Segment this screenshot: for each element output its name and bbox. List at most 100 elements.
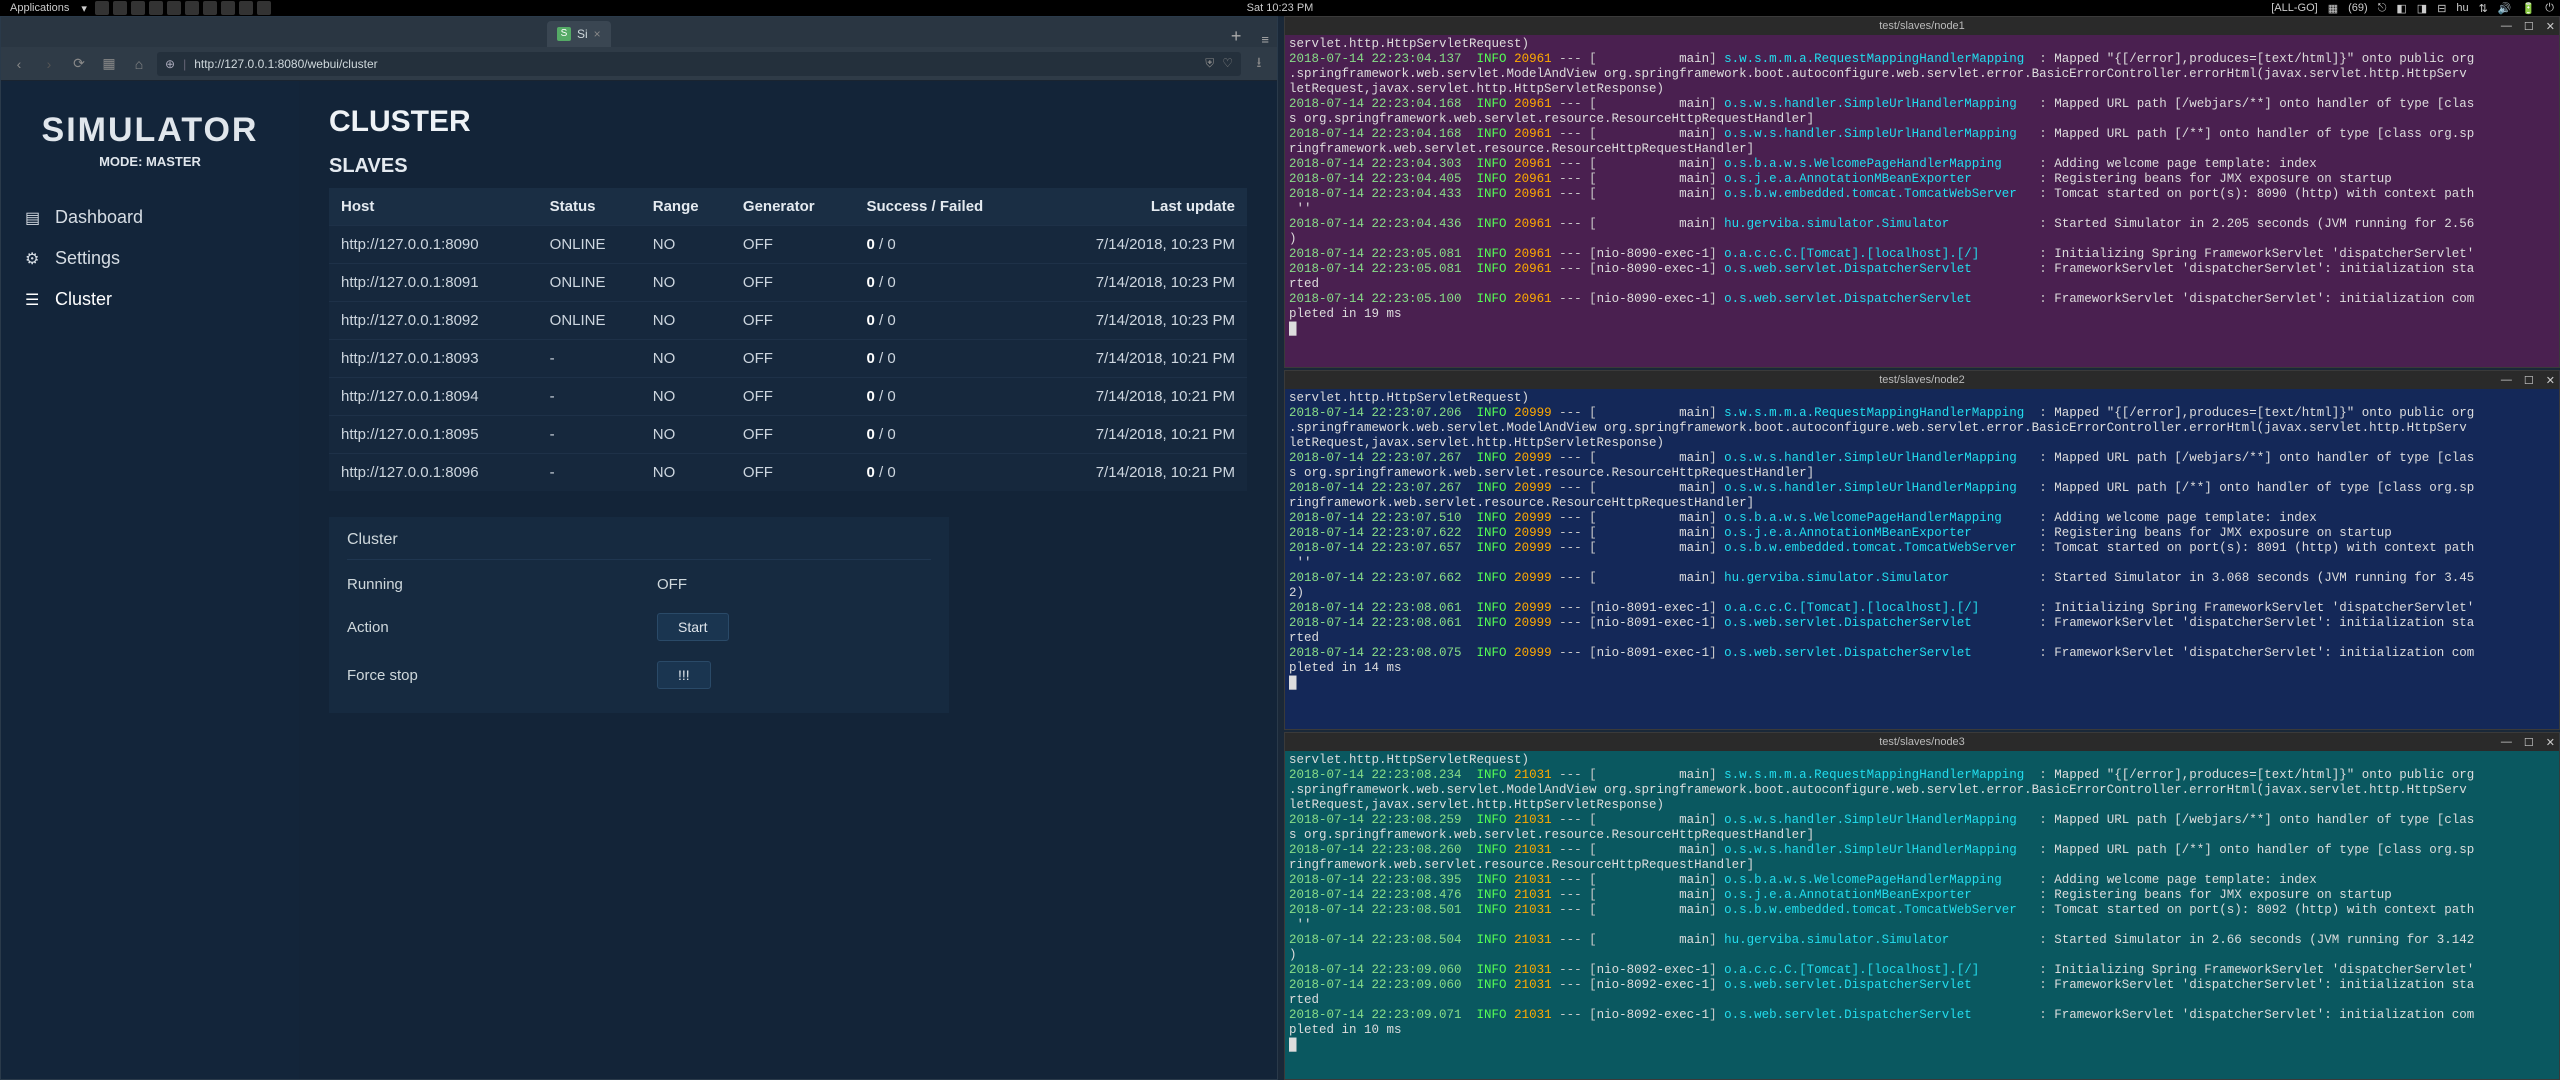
terminal-titlebar[interactable]: test/slaves/node3 — ☐ ✕ bbox=[1285, 733, 2559, 751]
heart-icon[interactable]: ♡ bbox=[1222, 56, 1233, 71]
action-label: Action bbox=[347, 619, 657, 636]
cell-last-update: 7/14/2018, 10:21 PM bbox=[1036, 340, 1247, 378]
taskbar-icon[interactable] bbox=[167, 1, 181, 15]
taskbar-icon[interactable] bbox=[131, 1, 145, 15]
cell-range: NO bbox=[641, 302, 731, 340]
minimize-icon[interactable]: — bbox=[2501, 736, 2512, 749]
cell-last-update: 7/14/2018, 10:21 PM bbox=[1036, 416, 1247, 454]
workspace-indicator[interactable]: [ALL-GO] bbox=[2271, 2, 2317, 14]
downloads-button[interactable]: ⭳ bbox=[1247, 52, 1271, 76]
terminal-output[interactable]: servlet.http.HttpServletRequest) 2018-07… bbox=[1285, 389, 2559, 729]
taskbar-icon[interactable] bbox=[149, 1, 163, 15]
cell-success-failed: 0 / 0 bbox=[854, 340, 1036, 378]
new-tab-button[interactable]: + bbox=[1221, 26, 1252, 47]
gear-icon: ⚙ bbox=[25, 249, 45, 269]
shield-icon[interactable]: ⛨ bbox=[1205, 56, 1214, 71]
cell-status: ONLINE bbox=[538, 264, 641, 302]
taskbar-icon[interactable] bbox=[203, 1, 217, 15]
maximize-icon[interactable]: ☐ bbox=[2524, 736, 2534, 749]
taskbar-icon[interactable] bbox=[113, 1, 127, 15]
cell-success-failed: 0 / 0 bbox=[854, 454, 1036, 492]
cell-generator: OFF bbox=[731, 302, 855, 340]
terminal-title: test/slaves/node2 bbox=[1879, 374, 1965, 386]
table-header-row: Host Status Range Generator Success / Fa… bbox=[329, 188, 1247, 226]
start-button[interactable]: Start bbox=[657, 613, 729, 641]
network-icon[interactable]: ⇅ bbox=[2479, 2, 2488, 15]
cell-range: NO bbox=[641, 264, 731, 302]
maximize-icon[interactable]: ☐ bbox=[2524, 20, 2534, 33]
taskbar-icon[interactable] bbox=[221, 1, 235, 15]
power-icon[interactable]: ⏻ bbox=[2545, 2, 2554, 15]
tab-favicon-icon: S bbox=[557, 27, 571, 41]
close-icon[interactable]: ✕ bbox=[2546, 374, 2555, 387]
close-icon[interactable]: ✕ bbox=[2546, 736, 2555, 749]
browser-tab[interactable]: S Si × bbox=[547, 21, 611, 47]
tray-icon[interactable]: ◧ bbox=[2396, 2, 2406, 15]
minimize-icon[interactable]: — bbox=[2501, 20, 2512, 33]
grid-icon[interactable]: ▦ bbox=[2328, 2, 2338, 15]
browser-window: S Si × + ≡ ‹ › ⟳ ▦ ⌂ ⊕ | http://127.0.0.… bbox=[0, 16, 1278, 1080]
terminal-window-node1: test/slaves/node1 — ☐ ✕ servlet.http.Htt… bbox=[1284, 16, 2560, 368]
cell-generator: OFF bbox=[731, 416, 855, 454]
cell-generator: OFF bbox=[731, 378, 855, 416]
terminal-titlebar[interactable]: test/slaves/node2 — ☐ ✕ bbox=[1285, 371, 2559, 389]
tab-title: Si bbox=[577, 27, 588, 41]
app-mode: MODE: MASTER bbox=[19, 154, 281, 169]
cell-status: - bbox=[538, 340, 641, 378]
terminal-output[interactable]: servlet.http.HttpServletRequest) 2018-07… bbox=[1285, 751, 2559, 1079]
tiles-button[interactable]: ▦ bbox=[97, 52, 121, 76]
taskbar-icon[interactable] bbox=[185, 1, 199, 15]
home-button[interactable]: ⌂ bbox=[127, 52, 151, 76]
cell-status: ONLINE bbox=[538, 302, 641, 340]
col-host: Host bbox=[329, 188, 538, 226]
sidebar-item-settings[interactable]: ⚙ Settings bbox=[19, 238, 281, 279]
back-button[interactable]: ‹ bbox=[7, 52, 31, 76]
app-brand: SIMULATOR bbox=[19, 111, 281, 150]
cell-host: http://127.0.0.1:8091 bbox=[329, 264, 538, 302]
tray-icon[interactable]: ⎋ bbox=[2378, 2, 2387, 15]
cell-host: http://127.0.0.1:8096 bbox=[329, 454, 538, 492]
tray-icon[interactable]: ⊟ bbox=[2437, 2, 2446, 15]
forward-button[interactable]: › bbox=[37, 52, 61, 76]
sidebar-item-cluster[interactable]: ☰ Cluster bbox=[19, 279, 281, 320]
applications-menu[interactable]: Applications bbox=[6, 2, 73, 14]
close-icon[interactable]: ✕ bbox=[2546, 20, 2555, 33]
cell-range: NO bbox=[641, 340, 731, 378]
clock[interactable]: Sat 10:23 PM bbox=[1247, 2, 1314, 14]
workspace-count[interactable]: (69) bbox=[2348, 2, 2368, 14]
tray-icon[interactable]: ◨ bbox=[2417, 2, 2427, 15]
volume-icon[interactable]: 🔊 bbox=[2498, 2, 2512, 15]
force-stop-button[interactable]: !!! bbox=[657, 661, 711, 689]
language-indicator[interactable]: hu bbox=[2456, 2, 2468, 14]
cluster-box: Cluster Running OFF Action Start Force s… bbox=[329, 517, 949, 713]
taskbar-icon[interactable] bbox=[257, 1, 271, 15]
minimize-icon[interactable]: — bbox=[2501, 374, 2512, 387]
main-content: CLUSTER SLAVES Host Status Range Generat… bbox=[299, 81, 1277, 1079]
sidebar-item-label: Settings bbox=[55, 248, 120, 269]
address-bar[interactable]: ⊕ | http://127.0.0.1:8080/webui/cluster … bbox=[157, 52, 1241, 76]
browser-menu-icon[interactable]: ≡ bbox=[1261, 32, 1269, 47]
table-row: http://127.0.0.1:8094-NOOFF0 / 07/14/201… bbox=[329, 378, 1247, 416]
terminal-title: test/slaves/node3 bbox=[1879, 736, 1965, 748]
terminal-output[interactable]: servlet.http.HttpServletRequest) 2018-07… bbox=[1285, 35, 2559, 367]
tab-strip: S Si × + ≡ bbox=[1, 17, 1277, 47]
cell-status: - bbox=[538, 416, 641, 454]
cell-success-failed: 0 / 0 bbox=[854, 264, 1036, 302]
cell-range: NO bbox=[641, 378, 731, 416]
sidebar-item-dashboard[interactable]: ▤ Dashboard bbox=[19, 197, 281, 238]
reload-button[interactable]: ⟳ bbox=[67, 52, 91, 76]
maximize-icon[interactable]: ☐ bbox=[2524, 374, 2534, 387]
terminal-titlebar[interactable]: test/slaves/node1 — ☐ ✕ bbox=[1285, 17, 2559, 35]
taskbar-icon[interactable] bbox=[239, 1, 253, 15]
cell-status: ONLINE bbox=[538, 226, 641, 264]
cell-status: - bbox=[538, 378, 641, 416]
page-title: CLUSTER bbox=[329, 105, 1247, 139]
col-status: Status bbox=[538, 188, 641, 226]
table-row: http://127.0.0.1:8095-NOOFF0 / 07/14/201… bbox=[329, 416, 1247, 454]
cell-last-update: 7/14/2018, 10:23 PM bbox=[1036, 302, 1247, 340]
taskbar-icon[interactable] bbox=[95, 1, 109, 15]
col-generator: Generator bbox=[731, 188, 855, 226]
battery-icon[interactable]: 🔋 bbox=[2522, 2, 2536, 15]
tab-close-icon[interactable]: × bbox=[594, 27, 601, 41]
cell-range: NO bbox=[641, 226, 731, 264]
